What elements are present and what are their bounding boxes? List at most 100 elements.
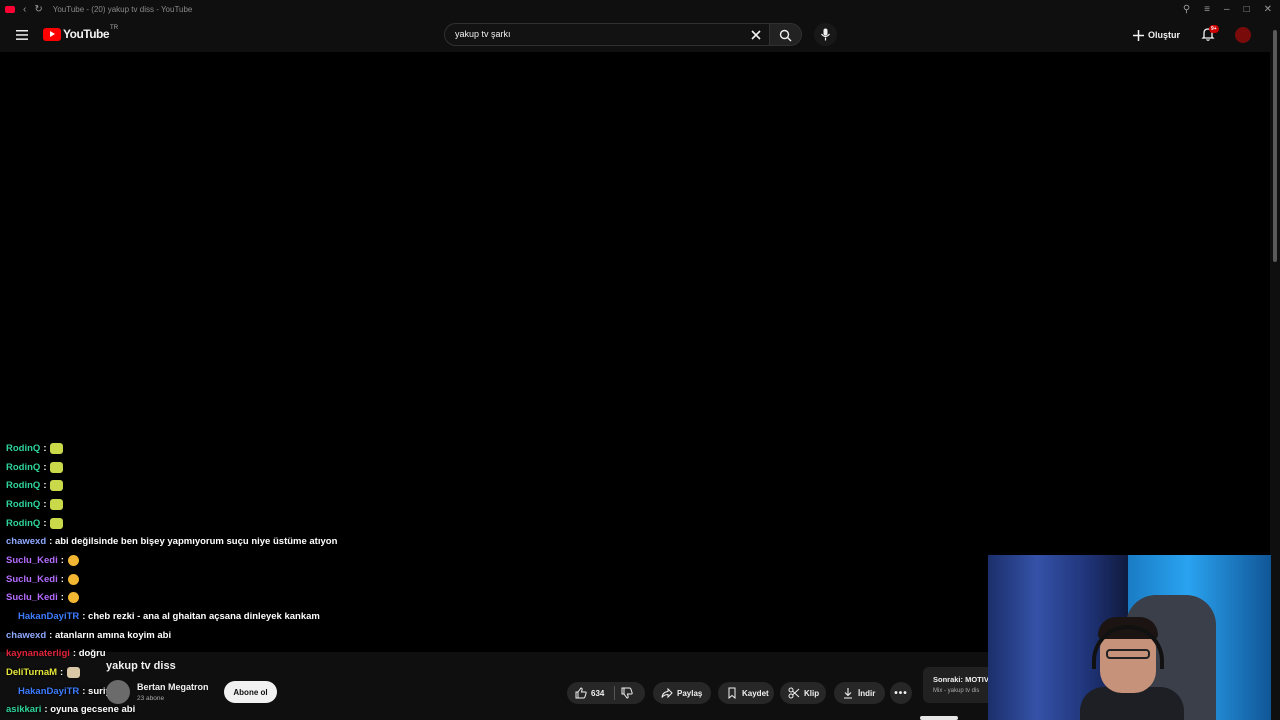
like-dislike-group: 634: [567, 682, 645, 704]
save-button[interactable]: Kaydet: [718, 682, 774, 704]
chat-username: kaynanaterligi: [6, 648, 70, 660]
chat-username: RodinQ: [6, 498, 41, 510]
chat-username: HakanDayiTR: [18, 685, 80, 697]
chat-message: RodinQ:: [6, 495, 426, 514]
chat-message-text: :: [60, 667, 64, 679]
chat-message: Suclu_Kedi:: [6, 570, 426, 589]
create-label: Oluştur: [1148, 30, 1181, 40]
scissors-icon: [788, 687, 800, 699]
back-icon[interactable]: ‹: [23, 4, 26, 15]
channel-name[interactable]: Bertan Megatron: [137, 682, 209, 692]
hamburger-menu-icon[interactable]: [14, 27, 30, 43]
like-count[interactable]: 634: [591, 689, 604, 698]
clip-button[interactable]: Klip: [780, 682, 826, 704]
up-next-card[interactable]: Sonraki: MOTIV Mix - yakup tv dis: [923, 667, 989, 703]
save-label: Kaydet: [742, 688, 769, 698]
chat-message-text: :: [43, 442, 47, 454]
notification-count-badge: 9+: [1209, 25, 1219, 33]
youtube-play-icon: [43, 27, 61, 41]
subscribe-button[interactable]: Abone ol: [224, 681, 277, 703]
more-horizontal-icon: •••: [894, 687, 908, 699]
reload-icon[interactable]: ↻: [34, 4, 42, 15]
chat-username: RodinQ: [6, 442, 41, 454]
voice-search-button[interactable]: [814, 23, 837, 46]
microphone-icon: [821, 28, 830, 41]
chat-message-text: : abi değilsinde ben bişey yapmıyorum su…: [49, 536, 338, 548]
channel-avatar[interactable]: [106, 680, 130, 704]
search-icon: [779, 29, 792, 42]
chat-username: chawexd: [6, 536, 47, 548]
chat-username: HakanDayiTR: [18, 611, 80, 623]
create-button[interactable]: Oluştur: [1132, 25, 1180, 45]
chat-message-text: :: [43, 517, 47, 529]
masthead: YouTube TR Oluştur 9+: [0, 18, 1280, 52]
minimize-button[interactable]: –: [1224, 4, 1230, 15]
chat-message-text: : cheb rezki - ana al ghaitan açsana din…: [82, 611, 320, 623]
chat-username: Suclu_Kedi: [6, 592, 58, 604]
chat-message: chawexd: abi değilsinde ben bişey yapmıy…: [6, 532, 426, 551]
like-separator: [614, 686, 616, 700]
chat-message: kaynanaterligi: doğru: [6, 645, 426, 664]
chat-emote-icon: [50, 442, 64, 454]
thumbs-down-icon[interactable]: [621, 687, 634, 699]
chat-emote-icon: [50, 498, 64, 510]
logo-text: YouTube: [63, 27, 110, 41]
search-input[interactable]: [455, 29, 735, 39]
chat-message: RodinQ:: [6, 439, 426, 458]
chat-emote-icon: [50, 461, 64, 473]
chat-emote-icon: [50, 517, 64, 529]
chat-message-text: :: [60, 573, 64, 585]
chat-message-text: :: [60, 554, 64, 566]
browser-titlebar: ‹ ↻ YouTube - (20) yakup tv diss - YouTu…: [0, 0, 1280, 18]
clear-search-icon[interactable]: [749, 28, 763, 42]
up-next-subtitle: Mix - yakup tv dis: [933, 688, 980, 694]
more-actions-button[interactable]: •••: [890, 682, 912, 704]
download-icon: [844, 688, 852, 699]
webcam-glasses: [1106, 649, 1150, 659]
chat-username: RodinQ: [6, 461, 41, 473]
video-title: yakup tv diss: [106, 660, 176, 672]
search-button[interactable]: [770, 23, 802, 46]
chat-message: HakanDayiTR: suriye: [6, 682, 426, 701]
chat-message-text: : doğru: [72, 648, 106, 660]
chat-message-text: :: [43, 461, 47, 473]
chat-message-text: : oyuna gecsene abi: [44, 704, 136, 716]
chat-message-text: :: [43, 498, 47, 510]
window-title: YouTube - (20) yakup tv diss - YouTube: [52, 4, 193, 14]
bookmark-icon: [728, 687, 736, 699]
chat-username: asikkari: [6, 704, 42, 716]
youtube-favicon-icon: [5, 6, 15, 13]
chat-message: Suclu_Kedi:: [6, 589, 426, 608]
progress-indicator: [920, 716, 958, 720]
chat-message: chawexd: atanların amına koyim abi: [6, 626, 426, 645]
share-label: Paylaş: [677, 688, 703, 698]
thumbs-up-icon[interactable]: [575, 687, 587, 699]
youtube-logo[interactable]: YouTube TR: [43, 25, 118, 41]
chat-username: RodinQ: [6, 480, 41, 492]
search-box[interactable]: [444, 23, 770, 46]
chat-message: RodinQ:: [6, 458, 426, 477]
subscriber-count: 23 abone: [137, 695, 165, 702]
download-button[interactable]: İndir: [834, 682, 885, 704]
chat-message: Suclu_Kedi:: [6, 551, 426, 570]
chat-emote-icon: [67, 573, 79, 585]
share-button[interactable]: Paylaş: [653, 682, 711, 704]
webcam-overlay: [988, 555, 1278, 720]
menu-lines-icon[interactable]: ≡: [1204, 4, 1210, 15]
restore-button[interactable]: □: [1244, 4, 1250, 15]
chat-message: DeliTurnaM:: [6, 663, 426, 682]
chat-username: RodinQ: [6, 517, 41, 529]
chat-message-text: :: [60, 592, 64, 604]
chat-overlay: RodinQ: RodinQ: RodinQ: RodinQ: RodinQ: chawe…: [6, 439, 426, 719]
close-window-button[interactable]: ✕: [1264, 4, 1272, 15]
chat-username: DeliTurnaM: [6, 667, 58, 679]
scrollbar-thumb[interactable]: [1273, 30, 1277, 262]
chat-username: Suclu_Kedi: [6, 573, 58, 585]
account-avatar[interactable]: [1235, 27, 1251, 43]
up-next-title: Sonraki: MOTIV: [933, 675, 989, 684]
chat-message: asikkari: oyuna gecsene abi: [6, 701, 426, 720]
chat-emote-icon: [50, 480, 64, 492]
page-scrollbar[interactable]: [1271, 18, 1280, 720]
zoom-icon[interactable]: ⚲: [1183, 4, 1190, 15]
clip-label: Klip: [804, 688, 820, 698]
